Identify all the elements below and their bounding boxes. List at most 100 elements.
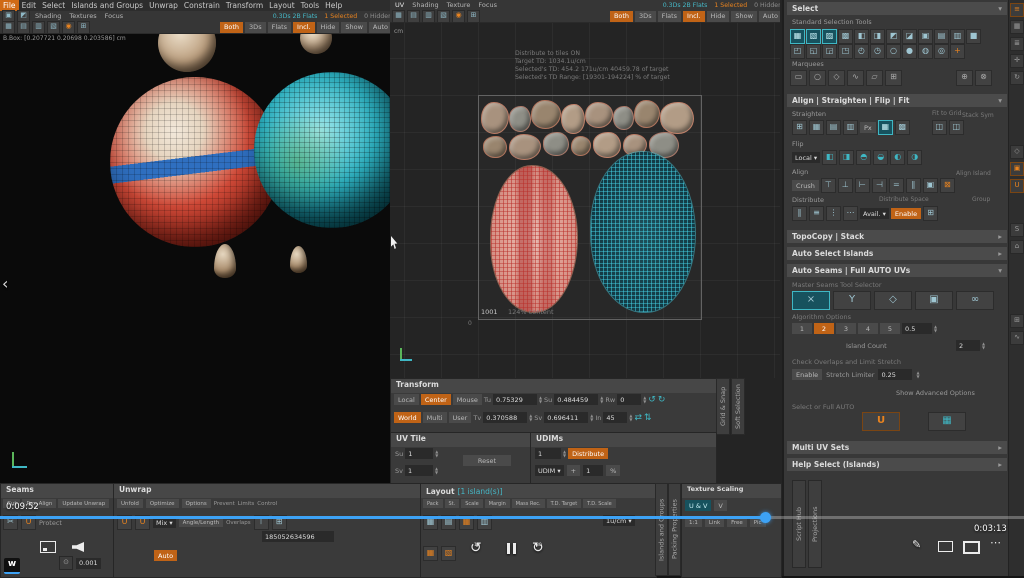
stretch-limiter-stepper[interactable]: ▲▼ [916,371,919,379]
box-seams-icon[interactable]: ◇ [874,291,912,310]
collapse-caret-icon[interactable]: ▾ [998,266,1002,275]
uv-island-pebble[interactable] [585,102,613,128]
scale-button[interactable]: Scale [461,499,482,508]
flip-down-icon[interactable]: ◒ [873,150,888,165]
flip-up-icon[interactable]: ◓ [856,150,871,165]
uv-island-sphere-red[interactable] [491,166,577,312]
toggle-flats[interactable]: Flats [268,22,291,33]
uv-island-pebble[interactable] [593,132,621,158]
menu-help[interactable]: Help [322,0,345,11]
viewport-uv[interactable]: UV Shading Texture Focus 0.3Ds 2B Flats … [390,0,780,378]
tab-focus[interactable]: Focus [102,12,127,20]
tv-field[interactable]: 0.370588 [483,412,527,423]
uv-island-pebble[interactable] [481,102,509,134]
v-scale-tab[interactable]: V [714,500,726,511]
select-corner-icon[interactable]: ◩ [886,29,901,44]
toggle-hide[interactable]: Hide [707,11,730,22]
toggle-incl[interactable]: Incl. [683,11,704,22]
select-half-icon[interactable]: ◧ [854,29,869,44]
sv-stepper[interactable]: ▲▼ [590,414,593,422]
udim-distribute-button[interactable]: Distribute [568,448,608,459]
uv-island-pebble[interactable] [571,136,591,156]
uv-island-pebble[interactable] [509,106,531,132]
group-icon[interactable]: ⊞ [923,206,938,221]
tile-reset-button[interactable]: Reset [463,455,511,466]
udim-step-field[interactable]: 1 [583,465,603,476]
section-multi-uv-header[interactable]: Multi UV Sets▸ [787,441,1007,454]
uv-island-pebble[interactable] [531,100,561,129]
quadrant-nw-icon[interactable]: ◰ [790,44,805,59]
space-user-button[interactable]: User [449,412,472,423]
select-element-icon[interactable]: ▦ [790,29,805,44]
symmetry-panel-icon[interactable]: S [1010,223,1024,237]
link-seams-icon[interactable]: ∞ [956,291,994,310]
optimize-button[interactable]: Optimize [146,499,179,508]
menu-select[interactable]: Select [39,0,68,11]
uv-island-sphere-teal[interactable] [591,152,695,312]
section-help-select-header[interactable]: Help Select (Islands)▸ [787,458,1007,471]
straighten-h-icon[interactable]: ⊞ [792,120,807,135]
stack-icon[interactable]: ◫ [932,120,947,135]
paint-select-icon[interactable]: ◉ [62,21,75,34]
tab-texture[interactable]: Texture [444,1,474,9]
toggle-show[interactable]: Show [731,11,757,22]
circle-marquee-icon[interactable]: ○ [809,70,826,86]
uv-island-pebble[interactable] [613,106,634,130]
clock2-icon[interactable]: ◷ [870,44,885,59]
quadrant-ne-icon[interactable]: ◳ [838,44,853,59]
one-to-one-button[interactable]: 1:1 [685,518,702,527]
seams-panel-icon[interactable]: ▣ [1010,162,1024,176]
toggle-3ds[interactable]: 3Ds [635,11,656,22]
pivot-mouse-button[interactable]: Mouse [453,394,482,405]
layout-orange-icon2[interactable]: ▧ [441,546,456,561]
island-panel-icon[interactable]: ◇ [1010,145,1024,159]
align-center-h-icon[interactable]: = [889,178,904,193]
sharp-edges-seams-icon[interactable]: Y [833,291,871,310]
home-panel-icon[interactable]: ⌂ [1010,240,1024,254]
su-stepper[interactable]: ▲▼ [600,396,603,404]
link-button[interactable]: Link [705,518,724,527]
distribute-even-icon[interactable]: ⋯ [843,206,858,221]
mesh-shell[interactable] [290,246,307,273]
menu-islands-groups[interactable]: Islands and Groups [68,0,146,11]
tab-uv[interactable]: UV [392,1,407,9]
poly-marquee-icon[interactable]: ▱ [866,70,883,86]
stretch-limiter-field[interactable]: 0.25 [878,369,912,380]
section-topocopy-header[interactable]: TopoCopy | Stack▸ [787,230,1007,243]
collapse-caret-icon[interactable]: ▸ [998,249,1002,258]
pivot-local-button[interactable]: Local [394,394,419,405]
select-border-icon[interactable]: ▨ [822,29,837,44]
invert-icon[interactable]: ◎ [934,44,949,59]
tab-focus[interactable]: Focus [475,1,500,9]
margin-button[interactable]: Margin [485,499,510,508]
wave-panel-icon[interactable]: ∿ [1010,331,1024,345]
edit-pencil-icon[interactable]: ✎ [912,538,921,551]
menu-layout[interactable]: Layout [266,0,298,11]
texture-scaling-header[interactable]: Texture Scaling [682,484,781,498]
tab-shading[interactable]: Shading [409,1,441,9]
select-panel-icon[interactable]: ▦ [1010,20,1024,34]
udim-plus-button[interactable]: + [567,465,580,476]
align-orient-icon[interactable]: ⊠ [940,178,955,193]
unfold-button[interactable]: Unfold [117,499,143,508]
select-face-icon[interactable]: ▥ [422,10,435,23]
select-edge-icon[interactable]: ▤ [407,10,420,23]
pause-button[interactable] [505,539,517,558]
section-auto-select-header[interactable]: Auto Select Islands▸ [787,247,1007,260]
circle-icon[interactable]: ○ [886,44,901,59]
tab-grid-snap[interactable]: Grid & Snap [716,378,730,435]
forward-30-button[interactable]: ↻30 [532,537,544,556]
update-unwrap-button[interactable]: Update Unwrap [58,499,109,508]
full-auto-pack-icon[interactable]: ▦ [928,412,966,431]
rewind-10-button[interactable]: ↺10 [470,537,482,556]
tv-stepper[interactable]: ▲▼ [529,414,532,422]
pivot-center-button[interactable]: Center [421,394,451,405]
uv-island-pebble[interactable] [509,134,541,160]
add-selection-icon[interactable]: + [950,44,965,59]
flip-v-icon[interactable]: ◨ [839,150,854,165]
layout-header[interactable]: Layout [1 island(s)] [421,484,656,498]
viewport-3d[interactable]: File Edit Select Islands and Groups Unwr… [0,0,390,483]
algo-3-button[interactable]: 3 [836,323,856,334]
tab-packing-properties[interactable]: Packing Properties [668,483,681,576]
weld-settings-gear-icon[interactable]: ⊙ [59,556,73,570]
